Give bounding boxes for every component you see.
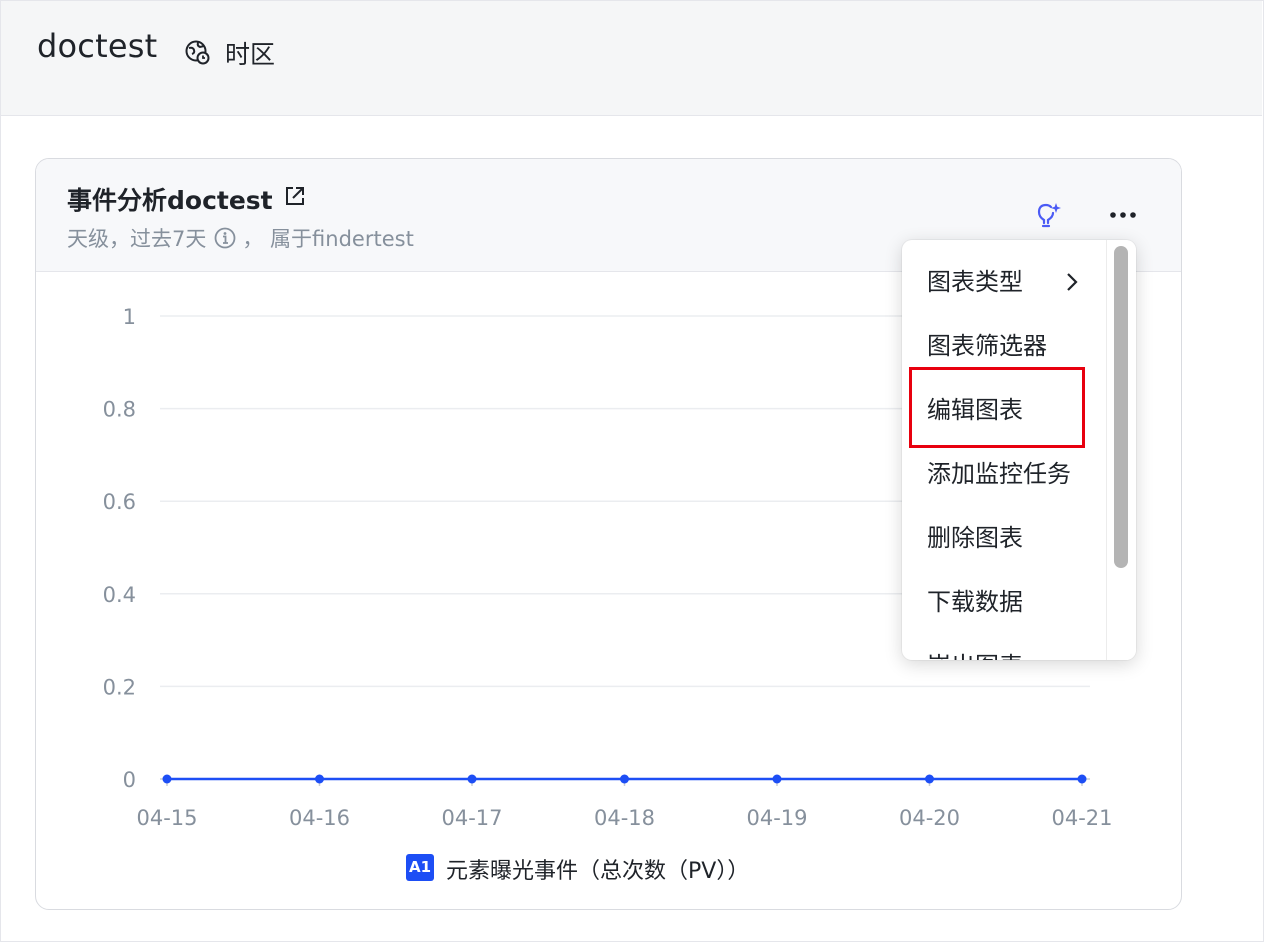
highlight-box: [909, 367, 1085, 448]
data-point: [162, 774, 172, 784]
ai-insight-icon[interactable]: [1034, 201, 1062, 231]
y-tick-label: 0.2: [103, 675, 136, 699]
y-tick-label: 0.8: [103, 398, 136, 422]
x-tick-label: 04-15: [136, 806, 197, 830]
menu-item-chart-type[interactable]: 图表类型: [902, 250, 1106, 314]
chart-owner-text: ， 属于findertest: [242, 227, 414, 251]
more-options-icon[interactable]: [1108, 211, 1138, 219]
data-point: [772, 774, 782, 784]
x-tick-label: 04-21: [1051, 806, 1112, 830]
globe-clock-icon[interactable]: [184, 39, 210, 65]
chevron-right-icon: [1067, 273, 1078, 291]
data-point: [1077, 774, 1087, 784]
data-point: [315, 774, 324, 784]
menu-item-add-monitor[interactable]: 添加监控任务: [902, 442, 1106, 506]
menu-item-embed-chart[interactable]: 嵌出图表: [902, 634, 1106, 660]
menu-scrollbar-thumb[interactable]: [1114, 246, 1128, 568]
data-point: [467, 774, 477, 784]
legend-series-label: 元素曝光事件（总次数（PV））: [446, 859, 750, 884]
chart-subtitle: 天级，过去7天 ， 属于findertest: [67, 223, 414, 253]
x-tick-label: 04-17: [441, 806, 502, 830]
menu-item-label: 图表类型: [927, 268, 1023, 296]
page-title: doctest: [37, 27, 158, 65]
x-tick-label: 04-18: [594, 806, 655, 830]
menu-item-delete-chart[interactable]: 删除图表: [902, 506, 1106, 570]
timezone-button[interactable]: 时区: [225, 35, 275, 71]
x-tick-label: 04-16: [289, 806, 350, 830]
data-point: [925, 774, 934, 784]
y-tick-label: 1: [123, 305, 136, 329]
menu-item-download-data[interactable]: 下载数据: [902, 570, 1106, 634]
chart-options-menu: 图表类型 图表筛选器 编辑图表 添加监控任务 删除图表 下载数据 嵌出图表: [902, 240, 1136, 660]
external-link-icon[interactable]: [284, 185, 306, 207]
y-tick-label: 0.6: [103, 490, 136, 514]
dashboard-header: doctest 时区: [1, 1, 1262, 116]
chart-title[interactable]: 事件分析doctest: [67, 181, 273, 217]
x-tick-label: 04-20: [899, 806, 960, 830]
y-tick-label: 0: [123, 768, 136, 792]
legend-series-badge: A1: [406, 854, 434, 881]
data-point: [620, 774, 629, 784]
y-tick-label: 0.4: [103, 583, 136, 607]
x-tick-label: 04-19: [746, 806, 807, 830]
info-icon[interactable]: [214, 227, 236, 249]
chart-granularity-text: 天级，过去7天: [67, 227, 207, 251]
